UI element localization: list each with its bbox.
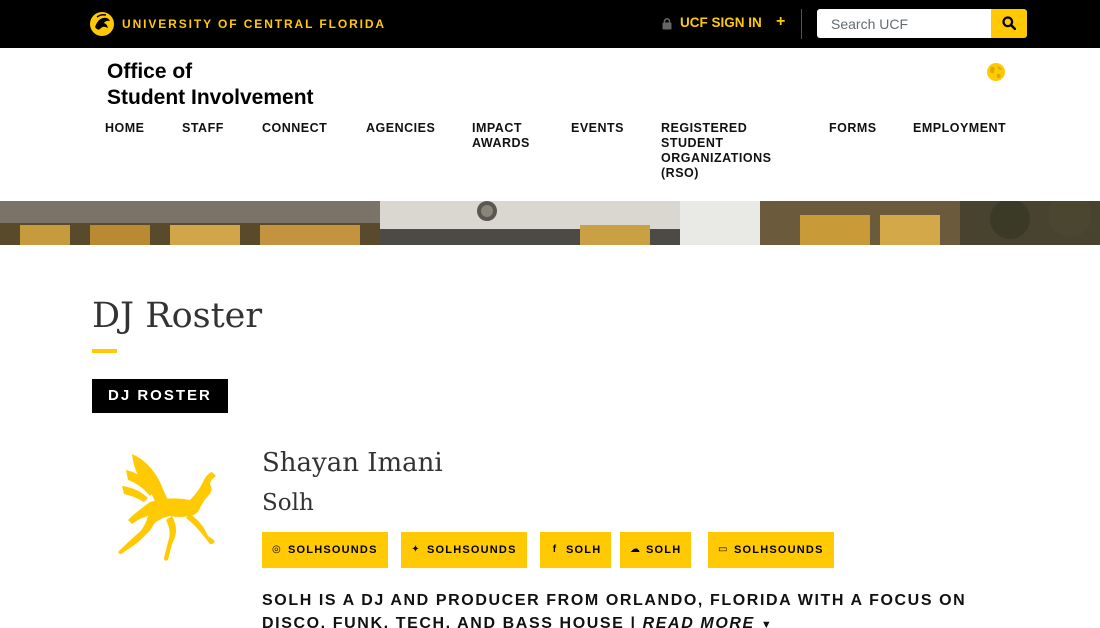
twitter-label: SOLHSOUNDS	[427, 544, 517, 556]
twitch-link[interactable]: ▭ SOLHSOUNDS	[708, 532, 834, 568]
soundcloud-label: SOLH	[646, 544, 682, 556]
twitter-link[interactable]: ✦ SOLHSOUNDS	[401, 532, 527, 568]
caret-down-icon: ▼	[760, 619, 774, 628]
site-title[interactable]: Office of Student Involvement	[107, 59, 314, 110]
dj-bio: SOLH IS A DJ AND PRODUCER FROM ORLANDO, …	[262, 589, 1022, 628]
instagram-label: SOLHSOUNDS	[288, 544, 378, 556]
nav-item-forms[interactable]: FORMS	[829, 121, 877, 136]
soundcloud-link[interactable]: ☁ SOLH	[620, 532, 692, 568]
signin-prefix: UCF	[680, 15, 708, 30]
read-more-label: READ MORE	[642, 615, 755, 628]
facebook-link[interactable]: f SOLH	[540, 532, 612, 568]
nav-item-agencies[interactable]: AGENCIES	[366, 121, 435, 136]
twitch-label: SOLHSOUNDS	[734, 544, 824, 556]
instagram-icon: ◎	[272, 544, 282, 555]
lock-icon	[662, 18, 672, 30]
soundcloud-icon: ☁	[630, 544, 642, 555]
twitter-icon: ✦	[411, 544, 421, 555]
globe-icon[interactable]	[986, 62, 1006, 82]
search-input[interactable]	[817, 9, 991, 38]
page-title: DJ Roster	[92, 296, 263, 336]
plus-icon[interactable]: +	[776, 13, 785, 31]
university-name-link[interactable]: UNIVERSITY OF CENTRAL FLORIDA	[122, 17, 386, 31]
facebook-icon: f	[552, 544, 558, 555]
pegasus-logo-icon[interactable]	[89, 11, 115, 37]
title-underline	[92, 349, 117, 353]
ucf-top-bar: UNIVERSITY OF CENTRAL FLORIDA UCF SIGN I…	[0, 0, 1100, 48]
dj-bio-text: SOLH IS A DJ AND PRODUCER FROM ORLANDO, …	[262, 592, 967, 628]
search-icon	[1002, 16, 1016, 30]
dj-name: Shayan Imani	[262, 448, 443, 478]
facebook-label: SOLH	[566, 544, 602, 556]
read-more-link[interactable]: READ MORE ▼	[643, 615, 774, 628]
section-badge: DJ ROSTER	[92, 379, 228, 413]
ucf-sign-in-link[interactable]: UCF SIGN IN	[680, 15, 762, 30]
nav-item-connect[interactable]: CONNECT	[262, 121, 327, 136]
search-button[interactable]	[991, 9, 1027, 38]
dj-alias: Solh	[262, 490, 314, 516]
instagram-link[interactable]: ◎ SOLHSOUNDS	[262, 532, 388, 568]
nav-item-home[interactable]: HOME	[105, 121, 145, 136]
site-title-line2: Student Involvement	[107, 85, 314, 109]
hero-banner-image	[0, 201, 1100, 245]
signin-label: SIGN IN	[711, 15, 762, 30]
nav-item-rso[interactable]: REGISTERED STUDENT ORGANIZATIONS (RSO)	[661, 121, 771, 181]
nav-item-impact-awards[interactable]: IMPACT AWARDS	[472, 121, 530, 151]
twitch-icon: ▭	[718, 544, 729, 555]
nav-item-staff[interactable]: STAFF	[182, 121, 224, 136]
hero-photo	[0, 201, 1100, 245]
topbar-divider	[801, 9, 802, 39]
site-title-line1: Office of	[107, 60, 193, 83]
nav-item-employment[interactable]: EMPLOYMENT	[913, 121, 1006, 136]
nav-item-events[interactable]: EVENTS	[571, 121, 624, 136]
pegasus-icon	[118, 454, 216, 561]
